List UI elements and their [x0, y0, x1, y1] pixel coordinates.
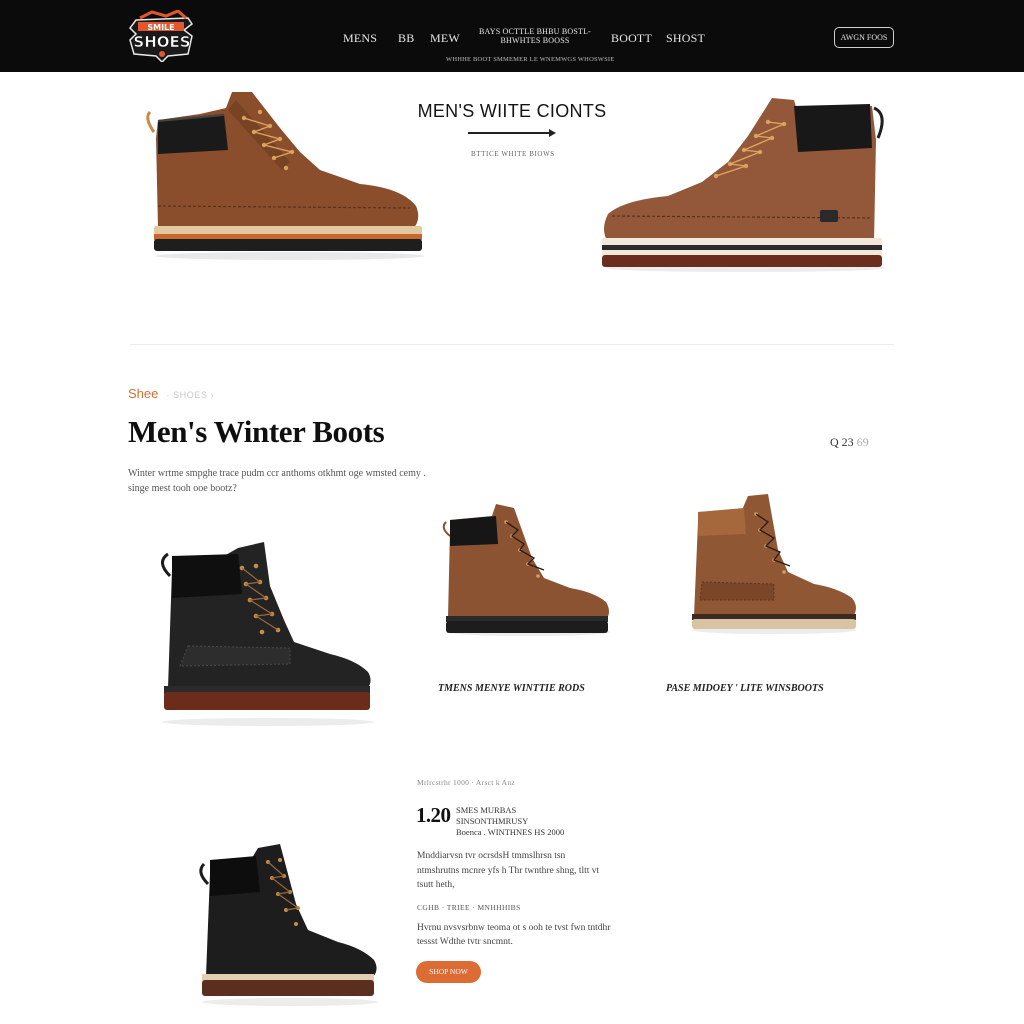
- section-divider: [130, 344, 894, 345]
- product-black-boot-image[interactable]: [152, 536, 376, 728]
- detail-price-note: SMES MURBAS SINSONTHMRUSY Boenca . WINTH…: [456, 805, 586, 838]
- nav-item-bb[interactable]: BB: [398, 31, 414, 46]
- sub-navigation[interactable]: WHHHE BOOT SMMEMER LE WNEMWGS WHOSWSIE: [446, 56, 614, 63]
- product-2-label[interactable]: PASE MIDOEY ' LITE WINSBOOTS: [666, 683, 824, 694]
- hero-boot-left-image[interactable]: [140, 88, 430, 263]
- hero-subtitle: BTTICE WHITE BIOWS: [471, 150, 555, 158]
- detail-price-note-line-2: Boenca . WINTHNES HS 2000: [456, 827, 565, 837]
- nav-item-boot[interactable]: BOOTT: [611, 31, 652, 46]
- arrow-right-icon: [549, 129, 556, 137]
- hero-boot-right-image[interactable]: [598, 92, 894, 274]
- detail-price-note-line-1: SMES MURBAS SINSONTHMRUSY: [456, 805, 529, 826]
- intro-text: Winter wrtme smpghe trace pudm ccr antho…: [128, 468, 426, 494]
- detail-description: Mnddiarvsn tvr ocrsdsH tmmslhrsn tsn ntm…: [417, 851, 600, 890]
- black-boot-icon: [199, 844, 378, 1006]
- price-filter-secondary: 69: [856, 435, 869, 449]
- nav-item-mens[interactable]: MENS: [343, 31, 377, 46]
- breadcrumb-current[interactable]: Shee: [128, 386, 158, 401]
- detail-price: 1.20: [416, 803, 451, 827]
- nav-item-mew[interactable]: MEW: [430, 31, 460, 46]
- page-title: Men's Winter Boots: [128, 414, 385, 449]
- breadcrumb[interactable]: Shee · SHOES ›: [128, 386, 214, 401]
- brown-boot-icon: [146, 92, 425, 260]
- detail-subheading: CGHB · TRIEE · MNHHHIBS: [417, 903, 521, 912]
- price-filter-value: Q 23: [830, 435, 854, 449]
- price-filter[interactable]: Q 23 69: [830, 435, 869, 450]
- hero-title: MEN'S WIITE CIONTS: [417, 101, 607, 121]
- breadcrumb-rest[interactable]: · SHOES ›: [166, 390, 214, 400]
- product-brown-boot-2-image[interactable]: [688, 490, 860, 636]
- product-brown-boot-1-image[interactable]: [440, 500, 612, 638]
- nav-item-featured[interactable]: BAYS OCTTLE BHBU BOSTL-BHWHTES BOOSS: [476, 27, 594, 45]
- product-detail-boot-image[interactable]: [196, 840, 380, 1008]
- product-1-label[interactable]: TMENS MENYE WINTTIE RODS: [438, 683, 585, 694]
- black-boot-icon: [161, 542, 374, 726]
- hero-divider: [468, 132, 552, 134]
- brown-boot-icon: [692, 494, 856, 634]
- nav-item-shost[interactable]: SHOST: [666, 31, 705, 46]
- top-navigation-bar: SMILE SHOES MENS BB MEW BAYS OCTTLE BHBU…: [0, 0, 1024, 72]
- detail-description-2: Hvrnu nvsvsrbnw teoma ot s ooh te tvst f…: [417, 923, 611, 947]
- brown-boot-icon: [442, 504, 610, 636]
- header-account-button[interactable]: AWGN FOOS: [834, 27, 894, 48]
- shop-now-button[interactable]: SHOP NOW: [416, 961, 481, 983]
- detail-meta: Mrlrcstrhr 1000 · Arsct k Anz: [417, 778, 516, 787]
- brown-boot-icon: [602, 98, 886, 272]
